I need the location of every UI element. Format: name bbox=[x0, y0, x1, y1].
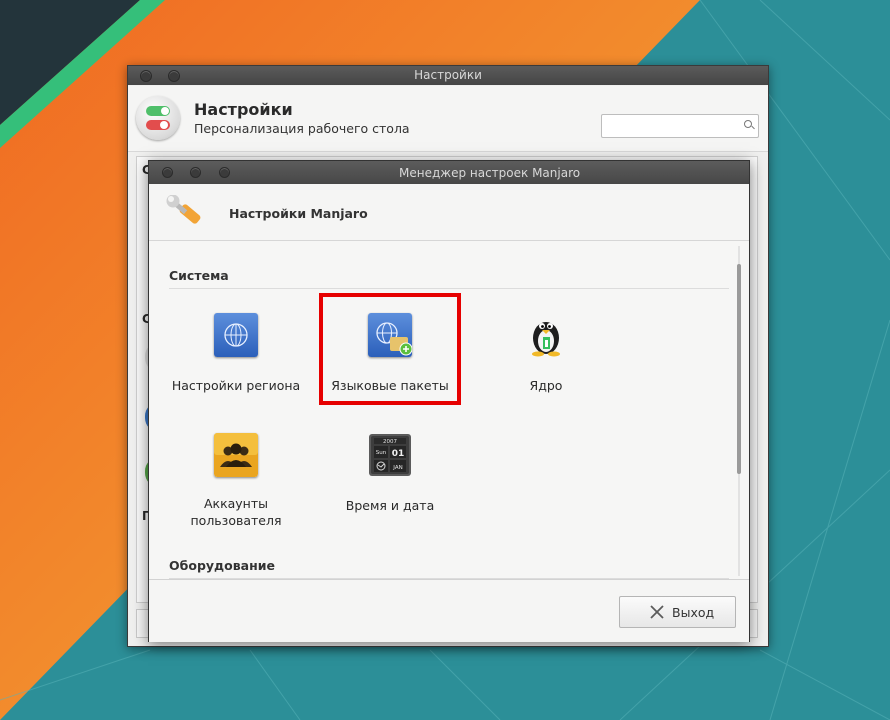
module-label: Настройки региона bbox=[171, 378, 301, 393]
module-kernel[interactable]: Ядро bbox=[471, 311, 621, 401]
close-button[interactable] bbox=[162, 167, 173, 178]
module-region-settings[interactable]: Настройки региона bbox=[161, 311, 311, 401]
manjaro-settings-window: Менеджер настроек Manjaro Настройки Manj… bbox=[148, 160, 750, 642]
exit-button[interactable]: Выход bbox=[619, 596, 736, 628]
settings-modules-panel: Система Настройки региона Языковые пакет… bbox=[149, 241, 749, 579]
manjaro-window-titlebar[interactable]: Менеджер настроек Manjaro bbox=[149, 161, 749, 184]
search-input[interactable] bbox=[601, 114, 759, 138]
highlight-box bbox=[319, 293, 461, 405]
calendar-month: JAN bbox=[392, 465, 402, 471]
minimize-button[interactable] bbox=[190, 167, 201, 178]
settings-toggle-icon bbox=[136, 96, 180, 140]
window-title: Настройки bbox=[414, 68, 482, 82]
exit-button-label: Выход bbox=[672, 605, 715, 620]
settings-header: Настройки Персонализация рабочего стола bbox=[128, 86, 768, 152]
user-accounts-icon bbox=[214, 433, 258, 477]
calendar-year: 2007 bbox=[383, 439, 397, 445]
settings-window-titlebar[interactable]: Настройки bbox=[128, 66, 768, 85]
module-label: Аккаунты пользователя bbox=[190, 496, 282, 528]
calendar-clock-icon: 2007 Sun 01 JAN bbox=[369, 434, 411, 476]
manjaro-footer: Выход bbox=[149, 579, 749, 642]
wrench-icon bbox=[166, 195, 201, 224]
section-title-system: Система bbox=[169, 268, 229, 283]
maximize-button[interactable] bbox=[219, 167, 230, 178]
module-date-time[interactable]: 2007 Sun 01 JAN Время и дата bbox=[315, 431, 465, 521]
section-title-hardware: Оборудование bbox=[169, 558, 275, 573]
close-icon bbox=[650, 605, 664, 619]
maximize-button[interactable] bbox=[168, 70, 180, 82]
module-label: Время и дата bbox=[345, 498, 435, 513]
globe-icon bbox=[214, 313, 258, 357]
manjaro-heading: Настройки Manjaro bbox=[229, 206, 368, 221]
module-user-accounts[interactable]: Аккаунты пользователя bbox=[161, 431, 311, 531]
calendar-day: 01 bbox=[392, 449, 405, 459]
search-icon bbox=[744, 120, 752, 128]
window-title: Менеджер настроек Manjaro bbox=[399, 166, 581, 180]
tux-penguin-icon bbox=[532, 322, 560, 357]
manjaro-header: Настройки Manjaro bbox=[149, 185, 749, 241]
module-label: Ядро bbox=[529, 378, 563, 393]
calendar-day-name: Sun bbox=[376, 450, 387, 456]
vertical-scrollbar[interactable] bbox=[734, 246, 744, 576]
page-title: Настройки bbox=[194, 100, 293, 119]
scrollbar-thumb[interactable] bbox=[737, 264, 741, 474]
page-subtitle: Персонализация рабочего стола bbox=[194, 121, 410, 136]
close-button[interactable] bbox=[140, 70, 152, 82]
